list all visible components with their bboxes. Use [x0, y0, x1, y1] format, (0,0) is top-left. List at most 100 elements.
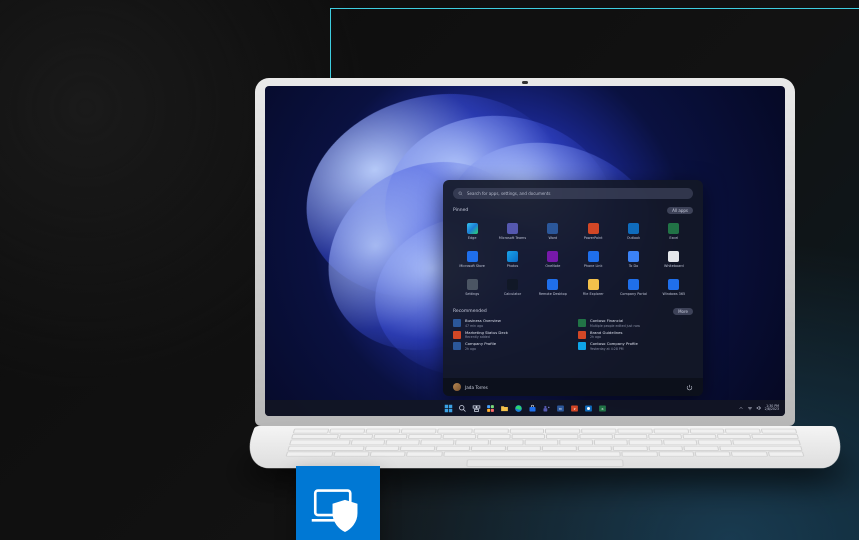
taskbar-search[interactable] [458, 404, 467, 413]
powerpoint-icon: P [570, 404, 579, 413]
start-search-field[interactable]: Search for apps, settings, and documents [453, 188, 693, 199]
pinned-app-settings[interactable]: Settings [453, 274, 491, 300]
pinned-app-powerpoint[interactable]: PowerPoint [574, 218, 612, 244]
recommended-item[interactable]: Business Overview47 min ago [453, 319, 568, 328]
pinned-app-photos[interactable]: Photos [493, 246, 531, 272]
app-icon [628, 223, 639, 234]
start-icon [444, 404, 453, 413]
app-icon [547, 279, 558, 290]
app-icon [467, 223, 478, 234]
webcam [522, 81, 528, 84]
recommended-subtitle: 2h ago [590, 335, 623, 339]
pinned-app-whiteboard[interactable]: Whiteboard [655, 246, 693, 272]
app-icon [588, 251, 599, 262]
taskbar-store[interactable] [528, 404, 537, 413]
chevron-up-icon [738, 405, 744, 411]
keyboard [286, 429, 805, 457]
windows-security-icon [310, 480, 366, 536]
outlook-icon [584, 404, 593, 413]
taskbar-date: 2/8/2023 [765, 408, 779, 411]
app-label: To Do [629, 264, 638, 268]
app-label: Microsoft Store [459, 264, 484, 268]
pinned-app-microsoft-teams[interactable]: Microsoft Teams [493, 218, 531, 244]
laptop-device: Search for apps, settings, and documents… [255, 78, 795, 486]
widgets-icon [486, 404, 495, 413]
teams-icon [542, 404, 551, 413]
app-label: Phone Link [584, 264, 603, 268]
laptop-lid: Search for apps, settings, and documents… [255, 78, 795, 426]
taskbar-powerpoint[interactable]: P [570, 404, 579, 413]
pinned-app-edge[interactable]: Edge [453, 218, 491, 244]
app-icon [668, 279, 679, 290]
recommended-subtitle: 2h ago [465, 347, 496, 351]
recommended-subtitle: Recently added [465, 335, 508, 339]
system-tray[interactable]: 1:30 PM 2/8/2023 [738, 405, 779, 412]
pinned-app-company-portal[interactable]: Company Portal [614, 274, 652, 300]
taskbar-word[interactable]: W [556, 404, 565, 413]
taskbar-task-view[interactable] [472, 404, 481, 413]
search-icon [458, 404, 467, 413]
taskbar: WP X 1:30 PM 2/8/2023 [265, 400, 785, 416]
app-icon [668, 223, 679, 234]
file-icon [453, 319, 461, 327]
security-badge [296, 466, 380, 540]
explorer-icon [500, 404, 509, 413]
recommended-subtitle: 47 min ago [465, 324, 501, 328]
app-icon [588, 223, 599, 234]
recommended-item[interactable]: Contoso FinancialMultiple people edited … [578, 319, 693, 328]
taskbar-clock[interactable]: 1:30 PM 2/8/2023 [765, 405, 779, 412]
taskbar-explorer[interactable] [500, 404, 509, 413]
app-label: Windows 365 [662, 292, 685, 296]
volume-icon [756, 405, 762, 411]
file-icon [578, 319, 586, 327]
trackpad [466, 459, 624, 466]
laptop-screen: Search for apps, settings, and documents… [265, 86, 785, 416]
app-label: Whiteboard [664, 264, 684, 268]
pinned-app-excel[interactable]: Excel [655, 218, 693, 244]
app-label: Settings [465, 292, 479, 296]
power-icon[interactable] [686, 384, 693, 391]
pinned-app-phone-link[interactable]: Phone Link [574, 246, 612, 272]
pinned-app-file-explorer[interactable]: File Explorer [574, 274, 612, 300]
pinned-app-windows-365[interactable]: Windows 365 [655, 274, 693, 300]
app-label: Edge [468, 236, 477, 240]
pinned-app-microsoft-store[interactable]: Microsoft Store [453, 246, 491, 272]
pinned-app-onenote[interactable]: OneNote [534, 246, 572, 272]
app-icon [507, 279, 518, 290]
recommended-item[interactable]: Company Profile2h ago [453, 342, 568, 351]
taskbar-excel[interactable]: X [598, 404, 607, 413]
pinned-heading: Pinned [453, 208, 468, 213]
app-icon [668, 251, 679, 262]
pinned-app-word[interactable]: Word [534, 218, 572, 244]
taskbar-teams[interactable] [542, 404, 551, 413]
app-icon [628, 279, 639, 290]
laptop-keyboard-deck [240, 426, 850, 468]
app-label: Company Portal [620, 292, 647, 296]
app-label: OneNote [545, 264, 560, 268]
start-footer: Jada Torres [443, 378, 703, 396]
file-icon [453, 331, 461, 339]
recommended-subtitle: Multiple people edited just now [590, 324, 640, 328]
pinned-app-to-do[interactable]: To Do [614, 246, 652, 272]
taskbar-outlook[interactable] [584, 404, 593, 413]
user-account-button[interactable]: Jada Torres [453, 383, 488, 391]
taskbar-widgets[interactable] [486, 404, 495, 413]
task-view-icon [472, 404, 481, 413]
word-icon: W [556, 404, 565, 413]
recommended-item[interactable]: Marketing Status DeckRecently added [453, 331, 568, 340]
all-apps-button[interactable]: All apps [667, 207, 693, 214]
file-icon [578, 331, 586, 339]
taskbar-edge[interactable] [514, 404, 523, 413]
app-label: Calculator [504, 292, 521, 296]
recommended-heading: Recommended [453, 309, 487, 314]
pinned-app-outlook[interactable]: Outlook [614, 218, 652, 244]
pinned-app-remote-desktop[interactable]: Remote Desktop [534, 274, 572, 300]
recommended-subtitle: Yesterday at 4:28 PM [590, 347, 638, 351]
app-label: PowerPoint [584, 236, 603, 240]
more-button[interactable]: More [673, 308, 693, 315]
recommended-item[interactable]: Contoso Company ProfileYesterday at 4:28… [578, 342, 693, 351]
taskbar-start[interactable] [444, 404, 453, 413]
app-label: Photos [507, 264, 518, 268]
pinned-app-calculator[interactable]: Calculator [493, 274, 531, 300]
recommended-item[interactable]: Brand Guidelines2h ago [578, 331, 693, 340]
